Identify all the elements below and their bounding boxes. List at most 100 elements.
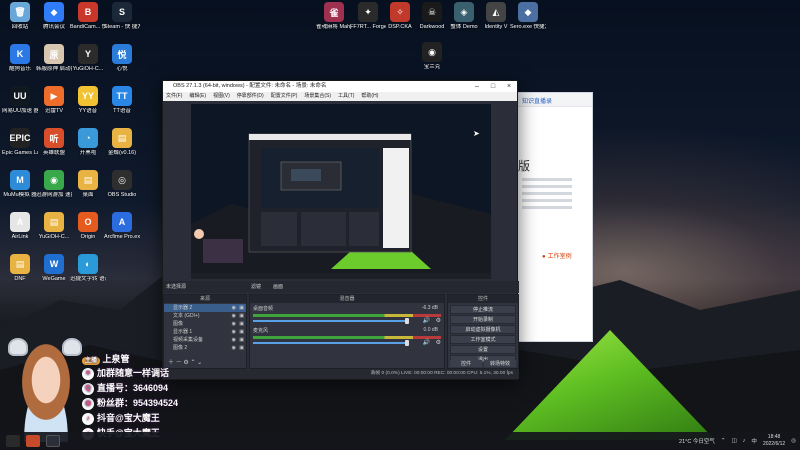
volume-slider[interactable] bbox=[253, 318, 410, 324]
properties-tab[interactable]: 画面 bbox=[273, 281, 283, 293]
desktop-icon[interactable]: ◉ 迅游网游加 速器 bbox=[36, 170, 72, 199]
menu-item[interactable]: 编辑(E) bbox=[189, 92, 206, 101]
desktop-icon[interactable]: ◉ 宝兰克 bbox=[414, 42, 450, 71]
desktop-icon[interactable]: Y YuGiOH-C... bbox=[70, 44, 106, 73]
obs-taskbar-icon[interactable] bbox=[46, 435, 60, 447]
desktop-icon[interactable]: 听英雄联盟 bbox=[36, 128, 72, 157]
speaker-icon[interactable]: 🔊 bbox=[423, 317, 430, 324]
controls-dock[interactable]: 控件 停止推流 开始录制 启动虚拟摄像机 工作室模式 设置 退出 控件 转场特效 bbox=[447, 294, 519, 369]
desktop-icon[interactable]: ✧ DSP.CKA bbox=[382, 2, 418, 31]
controls-tab[interactable]: 控件 bbox=[450, 360, 482, 367]
taskbar-app-icon[interactable] bbox=[26, 435, 40, 447]
source-item[interactable]: 显示器 2 ◉ ▣ bbox=[164, 304, 246, 312]
desktop-icon[interactable]: ☠ Darkwood bbox=[414, 2, 450, 31]
desktop-icon[interactable]: ◆ Sero.exe 快捷方式 bbox=[510, 2, 546, 31]
desktop-icon[interactable]: ◭ Identity V bbox=[478, 2, 514, 31]
desktop-icon[interactable]: 悦心悦 bbox=[104, 44, 140, 73]
maximize-icon[interactable]: □ bbox=[485, 81, 501, 92]
desktop-icon[interactable]: ✦ FF7RT... Forged... bbox=[350, 2, 386, 31]
menu-item[interactable]: 场景集合(S) bbox=[304, 92, 331, 101]
source-item[interactable]: 图像 ◉ ▣ bbox=[164, 320, 246, 328]
control-button[interactable]: 启动虚拟摄像机 bbox=[450, 325, 516, 334]
volume-slider[interactable] bbox=[253, 340, 410, 346]
desktop-icon[interactable]: W WeGame bbox=[36, 254, 72, 283]
gear-icon[interactable]: ⚙ bbox=[436, 317, 441, 324]
menu-item[interactable]: 视图(V) bbox=[213, 92, 230, 101]
radio-option[interactable]: 工作室例 bbox=[542, 251, 572, 260]
obs-preview[interactable]: ➤ bbox=[191, 104, 491, 279]
desktop-icon-label: AirLink bbox=[11, 234, 29, 240]
desktop-icon[interactable]: ▤ 桌面 bbox=[70, 170, 106, 199]
app-icon: ▤ bbox=[78, 170, 98, 190]
transitions-tab[interactable]: 转场特效 bbox=[484, 360, 516, 367]
eye-icon[interactable]: ◉ bbox=[232, 328, 236, 336]
up-icon[interactable]: ⌃ bbox=[190, 360, 195, 366]
desktop-icon[interactable]: A AirLink bbox=[2, 212, 38, 241]
desktop-icon[interactable]: ▤ 金蝶(v0.16) bbox=[104, 128, 140, 157]
control-button[interactable]: 设置 bbox=[450, 345, 516, 354]
desktop-icon[interactable]: M MuMu模拟 器 bbox=[2, 170, 38, 199]
control-button[interactable]: 停止推流 bbox=[450, 305, 516, 314]
menu-item[interactable]: 文件(F) bbox=[166, 92, 182, 101]
ime-icon[interactable]: 中 bbox=[751, 437, 757, 445]
desktop-icon[interactable]: ◔ 开黑啦 bbox=[70, 128, 106, 157]
source-item[interactable]: 显示器 1 ◉ ▣ bbox=[164, 328, 246, 336]
desktop-icon[interactable]: ▤ YuGiOH-C... bbox=[36, 212, 72, 241]
eye-icon[interactable]: ◉ bbox=[232, 344, 236, 352]
network-icon[interactable]: ◫ bbox=[731, 438, 736, 444]
lock-icon[interactable]: ▣ bbox=[239, 328, 244, 336]
desktop-icon[interactable]: K 酷狗音乐 bbox=[2, 44, 38, 73]
desktop-icon[interactable]: 🗑 回收站 bbox=[2, 2, 38, 31]
control-button[interactable]: 工作室模式 bbox=[450, 335, 516, 344]
browser-window[interactable]: 知识直播录 版 工作室例 bbox=[515, 92, 593, 342]
clock[interactable]: 18:48 2022/6/12 bbox=[763, 434, 785, 448]
desktop-icon[interactable]: EPIC Epic Games Launcher bbox=[2, 128, 38, 157]
menu-item[interactable]: 工具(T) bbox=[338, 92, 354, 101]
lock-icon[interactable]: ▣ bbox=[239, 320, 244, 328]
start-icon[interactable] bbox=[6, 435, 20, 447]
mixer-channel: 桌面音频 -6.3 dB 🔊 ⚙ bbox=[250, 304, 444, 326]
minimize-icon[interactable]: – bbox=[469, 81, 485, 92]
eye-icon[interactable]: ◉ bbox=[232, 320, 236, 328]
tray-arrow-icon[interactable]: ⌃ bbox=[721, 438, 726, 444]
weather-text[interactable]: 21°C 今日空气 bbox=[679, 437, 715, 445]
close-icon[interactable]: × bbox=[501, 81, 517, 92]
source-item[interactable]: 文本 (GDI+) ◉ ▣ bbox=[164, 312, 246, 320]
eye-icon[interactable]: ◉ bbox=[232, 312, 236, 320]
desktop-icon[interactable]: ◈ 蟹体 Demo bbox=[446, 2, 482, 31]
desktop-icon[interactable]: ▤ DNF bbox=[2, 254, 38, 283]
desktop-icon[interactable]: 原韩服原神 启动器 bbox=[36, 44, 72, 73]
desktop-icon[interactable]: ◆ 腾讯会议 bbox=[36, 2, 72, 31]
eye-icon[interactable]: ◉ bbox=[232, 336, 236, 344]
desktop-icon[interactable]: B BandiCam... 快捷方式 bbox=[70, 2, 106, 31]
obs-titlebar[interactable]: OBS 27.1.3 (64-bit, windows) - 配置文件: 未命名… bbox=[163, 81, 517, 92]
lock-icon[interactable]: ▣ bbox=[239, 312, 244, 320]
notification-icon[interactable]: ◎ bbox=[791, 438, 796, 444]
desktop-icon[interactable]: UU 网易UU加速 器 bbox=[2, 86, 38, 115]
desktop-icon[interactable]: S Steam - 快 捷方式 bbox=[104, 2, 140, 31]
volume-icon[interactable]: ♪ bbox=[743, 438, 746, 444]
eye-icon[interactable]: ◉ bbox=[232, 304, 236, 312]
menu-item[interactable]: 帮助(H) bbox=[361, 92, 378, 101]
lock-icon[interactable]: ▣ bbox=[239, 304, 244, 312]
desktop-icon[interactable]: A Arcfime Pro.exe bbox=[104, 212, 140, 241]
speaker-icon[interactable]: 🔊 bbox=[423, 339, 430, 346]
gear-icon[interactable]: ⚙ bbox=[436, 339, 441, 346]
desktop-icon[interactable]: YY YY语音 bbox=[70, 86, 106, 115]
desktop-icon[interactable]: ◎ OBS Studio bbox=[104, 170, 140, 199]
desktop-icon[interactable]: O Origin bbox=[70, 212, 106, 241]
mixer-dock[interactable]: 混音器 桌面音频 -6.3 dB 🔊 ⚙ 麦克风 0.0 dB 🔊 ⚙ bbox=[249, 294, 445, 369]
lock-icon[interactable]: ▣ bbox=[239, 336, 244, 344]
browser-tab[interactable]: 知识直播录 bbox=[516, 93, 592, 107]
down-icon[interactable]: ⌄ bbox=[197, 360, 202, 366]
desktop-icon[interactable]: TT TT语音 bbox=[104, 86, 140, 115]
filters-tab[interactable]: 滤镜 bbox=[251, 281, 261, 293]
desktop-icon[interactable]: ◐ 迅捷文字转 语音 bbox=[70, 254, 106, 283]
desktop-icon[interactable]: 雀雀魂麻将 Mahjong... bbox=[316, 2, 352, 31]
desktop-icon[interactable]: ▶ 迅雷TV bbox=[36, 86, 72, 115]
menu-item[interactable]: 停靠部件(D) bbox=[237, 92, 264, 101]
obs-window[interactable]: OBS 27.1.3 (64-bit, windows) - 配置文件: 未命名… bbox=[162, 80, 519, 380]
control-button[interactable]: 开始录制 bbox=[450, 315, 516, 324]
menu-item[interactable]: 配置文件(P) bbox=[271, 92, 298, 101]
lock-icon[interactable]: ▣ bbox=[239, 344, 244, 352]
